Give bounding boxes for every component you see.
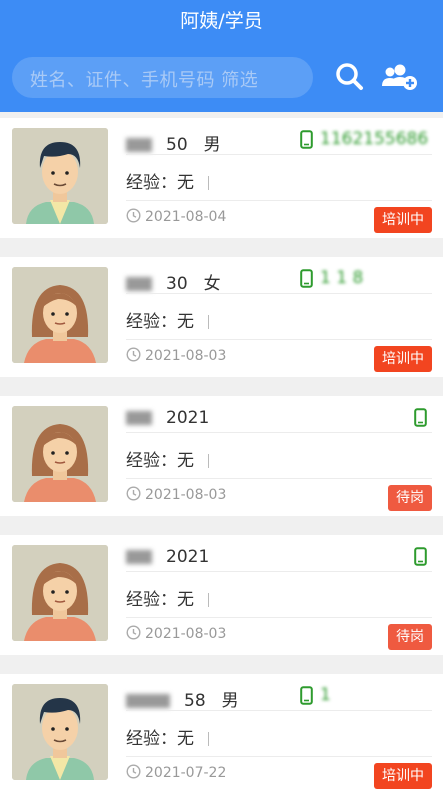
page-title: 阿姨/学员	[180, 10, 263, 32]
name-redacted	[126, 411, 152, 425]
registration-date: 2021-08-04	[145, 209, 227, 225]
search-icon	[336, 63, 363, 90]
trainee-name-row: 2021	[126, 547, 225, 567]
name-redacted	[126, 550, 152, 564]
phone-number[interactable]: 1162155686	[300, 128, 440, 152]
experience-row: 经验：无	[126, 307, 209, 332]
gender: 男	[203, 135, 221, 155]
female-avatar-icon	[12, 406, 108, 502]
separator	[208, 454, 209, 468]
phone-icon	[300, 269, 313, 288]
experience-row: 经验：无	[126, 446, 209, 471]
divider	[126, 200, 432, 201]
trainee-name-row: 30 女	[126, 269, 221, 294]
trainee-name-row: 50 男	[126, 130, 221, 155]
avatar	[12, 128, 108, 224]
name-redacted	[126, 694, 170, 708]
experience-text: 经验：无	[126, 729, 194, 749]
female-avatar-icon	[12, 267, 108, 363]
phone-text: 1	[320, 685, 331, 705]
name-redacted	[126, 138, 152, 152]
trainee-card[interactable]: 2021 经验：无 2021-08-03 待岗	[0, 396, 443, 516]
phone-button[interactable]	[414, 547, 427, 570]
trainee-card[interactable]: 50 男 1162155686 经验：无 2021-08-04 培训中	[0, 118, 443, 238]
divider	[126, 154, 432, 155]
phone-number[interactable]: 1	[300, 684, 440, 708]
search-input[interactable]: 姓名、证件、手机号码 筛选	[12, 57, 313, 98]
divider	[126, 339, 432, 340]
phone-number[interactable]: 1 1 8	[300, 267, 440, 291]
status-badge[interactable]: 培训中	[374, 207, 432, 233]
experience-text: 经验：无	[126, 312, 194, 332]
experience-row: 经验：无	[126, 168, 209, 193]
clock-icon	[126, 347, 141, 362]
gender: 女	[203, 274, 221, 294]
avatar	[12, 406, 108, 502]
experience-row: 经验：无	[126, 724, 209, 749]
date-row: 2021-08-04	[126, 208, 226, 225]
age-or-year: 2021	[166, 547, 210, 567]
date-row: 2021-08-03	[126, 625, 226, 642]
phone-icon	[414, 547, 427, 566]
status-badge[interactable]: 培训中	[374, 763, 432, 789]
search-placeholder: 姓名、证件、手机号码 筛选	[30, 70, 259, 91]
registration-date: 2021-08-03	[145, 348, 227, 364]
status-badge[interactable]: 培训中	[374, 346, 432, 372]
phone-icon	[414, 408, 427, 427]
separator	[208, 315, 209, 329]
status-badge[interactable]: 待岗	[388, 485, 432, 511]
date-row: 2021-07-22	[126, 764, 226, 781]
separator	[208, 732, 209, 746]
date-row: 2021-08-03	[126, 486, 226, 503]
experience-text: 经验：无	[126, 590, 194, 610]
trainee-card[interactable]: 30 女 1 1 8 经验：无 2021-08-03 培训中	[0, 257, 443, 377]
status-badge[interactable]: 待岗	[388, 624, 432, 650]
trainee-card[interactable]: 58 男 1 经验：无 2021-07-22 培训中	[0, 674, 443, 794]
divider	[126, 432, 432, 433]
avatar	[12, 684, 108, 780]
experience-row: 经验：无	[126, 585, 209, 610]
avatar	[12, 545, 108, 641]
phone-icon	[300, 130, 313, 149]
trainee-name-row: 2021	[126, 408, 225, 428]
phone-button[interactable]	[414, 408, 427, 431]
male-avatar-icon	[12, 684, 108, 780]
phone-icon	[300, 686, 313, 705]
clock-icon	[126, 625, 141, 640]
add-user-icon	[382, 64, 417, 90]
gender: 男	[221, 691, 239, 711]
registration-date: 2021-08-03	[145, 626, 227, 642]
separator	[208, 593, 209, 607]
male-avatar-icon	[12, 128, 108, 224]
add-user-button[interactable]	[380, 59, 420, 95]
experience-text: 经验：无	[126, 173, 194, 193]
app-header: 阿姨/学员 姓名、证件、手机号码 筛选	[0, 0, 443, 112]
name-redacted	[126, 277, 152, 291]
divider	[126, 617, 432, 618]
age-or-year: 2021	[166, 408, 210, 428]
avatar	[12, 267, 108, 363]
search-button[interactable]	[333, 59, 367, 95]
age-or-year: 30	[166, 274, 188, 294]
divider	[126, 710, 432, 711]
divider	[126, 293, 432, 294]
female-avatar-icon	[12, 545, 108, 641]
divider	[126, 756, 432, 757]
experience-text: 经验：无	[126, 451, 194, 471]
registration-date: 2021-08-03	[145, 487, 227, 503]
divider	[126, 478, 432, 479]
clock-icon	[126, 208, 141, 223]
registration-date: 2021-07-22	[145, 765, 227, 781]
divider	[126, 571, 432, 572]
phone-text: 1 1 8	[320, 268, 364, 288]
separator	[208, 176, 209, 190]
clock-icon	[126, 764, 141, 779]
trainee-name-row: 58 男	[126, 686, 239, 711]
clock-icon	[126, 486, 141, 501]
phone-text: 1162155686	[320, 129, 429, 149]
trainee-card[interactable]: 2021 经验：无 2021-08-03 待岗	[0, 535, 443, 655]
age-or-year: 58	[184, 691, 206, 711]
age-or-year: 50	[166, 135, 188, 155]
date-row: 2021-08-03	[126, 347, 226, 364]
